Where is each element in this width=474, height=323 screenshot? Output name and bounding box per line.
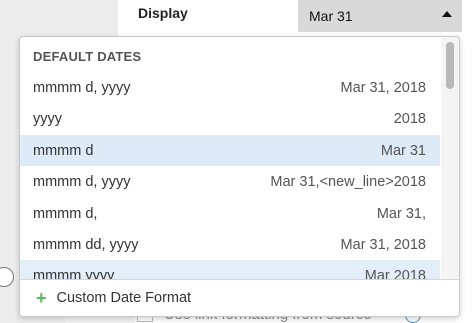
format-example: Mar 31,	[376, 205, 426, 222]
format-example: Mar 31,<new_line>2018	[270, 173, 426, 190]
format-example: 2018	[393, 110, 426, 127]
format-pattern: mmmm d	[33, 142, 94, 159]
list-item[interactable]: mmmm d, Mar 31,	[20, 198, 440, 229]
scrollbar[interactable]	[441, 37, 459, 279]
display-label: Display	[138, 5, 188, 21]
format-pattern: mmmm d,	[33, 205, 98, 222]
custom-date-format-label: Custom Date Format	[56, 290, 192, 306]
list-item[interactable]: yyyy 2018	[20, 103, 440, 134]
format-pattern: mmmm dd, yyyy	[33, 236, 139, 253]
section-header: DEFAULT DATES	[33, 49, 142, 64]
select-value: Mar 31	[309, 8, 353, 24]
plus-icon: +	[36, 288, 47, 308]
date-format-dropdown: DEFAULT DATES mmmm d, yyyy Mar 31, 2018 …	[19, 36, 460, 317]
format-pattern: mmmm d, yyyy	[33, 173, 131, 190]
format-example: Mar 31, 2018	[340, 79, 426, 96]
list-item[interactable]: mmmm d, yyyy Mar 31,<new_line>2018	[20, 166, 440, 197]
format-pattern: mmmm d, yyyy	[33, 79, 131, 96]
list-item[interactable]: mmmm yyyy Mar 2018	[20, 260, 440, 279]
format-example: Mar 31	[380, 142, 426, 159]
date-format-list: DEFAULT DATES mmmm d, yyyy Mar 31, 2018 …	[20, 37, 440, 279]
format-pattern: mmmm yyyy	[33, 267, 115, 280]
format-example: Mar 31, 2018	[340, 236, 426, 253]
list-item-selected[interactable]: mmmm d Mar 31	[20, 135, 440, 166]
list-item[interactable]: mmmm dd, yyyy Mar 31, 2018	[20, 229, 440, 260]
custom-date-format-button[interactable]: + Custom Date Format	[20, 279, 459, 316]
format-pattern: yyyy	[33, 110, 62, 127]
list-item[interactable]: mmmm d, yyyy Mar 31, 2018	[20, 72, 440, 103]
scrollbar-thumb[interactable]	[446, 42, 454, 89]
format-example: Mar 2018	[364, 267, 426, 280]
display-format-select[interactable]: Mar 31	[298, 0, 462, 32]
caret-up-icon	[442, 11, 452, 17]
